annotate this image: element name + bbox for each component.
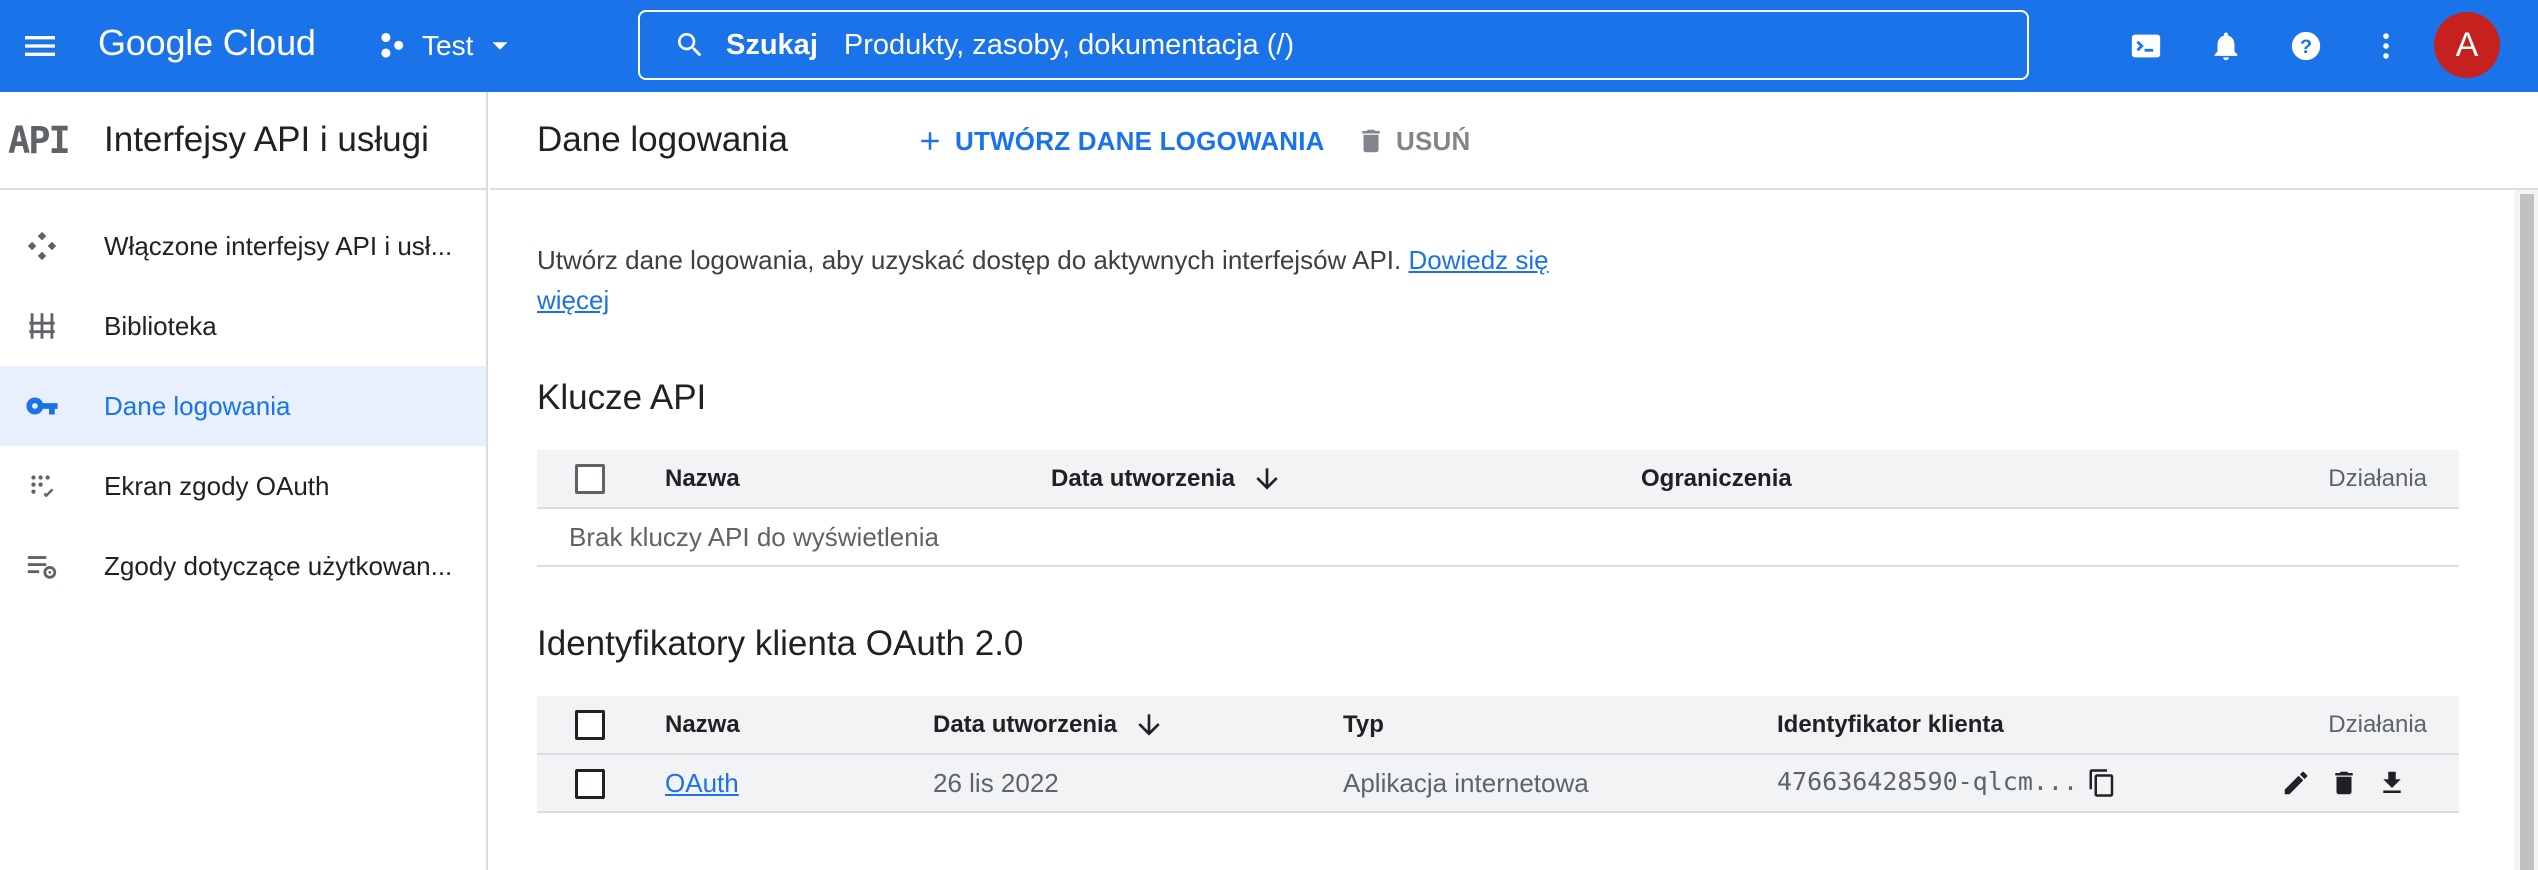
table-header-row: Nazwa Data utworzenia Typ Identyfikator … xyxy=(537,696,2459,755)
oauth-consent-icon xyxy=(0,469,104,503)
delete-button[interactable]: USUŃ xyxy=(1356,117,1470,165)
column-created-label: Data utworzenia xyxy=(1051,464,1236,492)
delete-row-icon[interactable] xyxy=(2327,766,2361,800)
row-checkbox[interactable] xyxy=(575,769,605,800)
page-title: Dane logowania xyxy=(537,120,789,159)
empty-message: Brak kluczy API do wyświetlenia xyxy=(537,508,2459,567)
sidebar-item-label: Dane logowania xyxy=(104,390,291,421)
client-id-cell: 476636428590-qlcm... xyxy=(1777,754,2177,813)
project-name: Test xyxy=(422,30,474,61)
sidebar-item-oauth-consent[interactable]: Ekran zgody OAuth xyxy=(0,446,486,526)
api-keys-table: Nazwa Data utworzenia Ograniczenia Dział… xyxy=(537,450,2459,567)
download-icon[interactable] xyxy=(2375,766,2409,800)
client-id-value: 476636428590-qlcm... xyxy=(1777,766,2079,796)
avatar[interactable]: A xyxy=(2434,12,2500,78)
column-name[interactable]: Nazwa xyxy=(665,696,933,755)
sidebar-item-label: Biblioteka xyxy=(104,310,217,341)
client-name-cell: OAuth xyxy=(665,754,933,813)
select-all-cell xyxy=(537,450,665,509)
table-row: Brak kluczy API do wyświetlenia xyxy=(537,508,2459,567)
arrow-down-icon xyxy=(1256,467,1278,490)
top-bar: Google Cloud Test Szukaj ? A xyxy=(0,0,2538,92)
project-selector[interactable]: Test xyxy=(376,22,515,70)
settings-list-icon xyxy=(0,549,104,583)
intro-text: Utwórz dane logowania, aby uzyskać dostę… xyxy=(537,240,1557,320)
select-all-cell xyxy=(537,696,665,755)
sidebar-item-library[interactable]: Biblioteka xyxy=(0,286,486,366)
sidebar-header: API Interfejsy API i usługi xyxy=(0,92,486,190)
sidebar-title: Interfejsy API i usługi xyxy=(104,120,429,159)
column-client-id[interactable]: Identyfikator klienta xyxy=(1777,696,2177,755)
create-credentials-label: UTWÓRZ DANE LOGOWANIA xyxy=(955,125,1325,156)
brand-text: Google Cloud xyxy=(98,22,316,63)
trash-icon xyxy=(1362,129,1380,153)
create-credentials-button[interactable]: UTWÓRZ DANE LOGOWANIA xyxy=(915,117,1325,165)
column-type[interactable]: Typ xyxy=(1343,696,1777,755)
menu-icon[interactable] xyxy=(16,22,64,70)
project-icon xyxy=(381,32,404,58)
svg-text:?: ? xyxy=(2300,36,2312,58)
scrollbar[interactable] xyxy=(2514,190,2538,870)
oauth-clients-title: Identyfikatory klienta OAuth 2.0 xyxy=(537,624,1024,663)
google-cloud-logo[interactable]: Google Cloud xyxy=(98,18,316,68)
column-created-label: Data utworzenia xyxy=(933,710,1118,738)
column-name[interactable]: Nazwa xyxy=(665,450,1051,509)
search-input[interactable] xyxy=(843,28,1944,62)
sidebar-item-enabled-apis[interactable]: Włączone interfejsy API i usł... xyxy=(0,206,486,286)
select-all-checkbox[interactable] xyxy=(575,463,605,494)
select-all-checkbox[interactable] xyxy=(575,709,605,740)
dropdown-icon xyxy=(492,42,508,50)
more-vert-icon[interactable] xyxy=(2362,22,2410,70)
client-name-link[interactable]: OAuth xyxy=(665,768,739,798)
sidebar: API Interfejsy API i usługi Włączone int… xyxy=(0,92,488,870)
search-icon xyxy=(672,27,708,63)
arrow-down-icon xyxy=(1138,713,1160,736)
enabled-apis-icon xyxy=(0,229,104,263)
row-actions-cell xyxy=(2177,754,2459,813)
created-cell: 26 lis 2022 xyxy=(933,754,1343,813)
sidebar-item-label: Ekran zgody OAuth xyxy=(104,470,330,501)
intro-sentence: Utwórz dane logowania, aby uzyskać dostę… xyxy=(537,245,1409,275)
column-actions: Działania xyxy=(2079,450,2459,509)
column-restrictions[interactable]: Ograniczenia xyxy=(1641,450,2080,509)
sidebar-item-label: Zgody dotyczące użytkowan... xyxy=(104,550,453,581)
type-cell: Aplikacja internetowa xyxy=(1343,754,1777,813)
search-bar[interactable]: Szukaj xyxy=(638,10,2029,80)
sidebar-item-credentials[interactable]: Dane logowania xyxy=(0,366,486,446)
api-logo: API xyxy=(8,118,71,162)
column-created[interactable]: Data utworzenia xyxy=(1051,450,1641,509)
scrollbar-thumb[interactable] xyxy=(2520,194,2534,870)
page-header: Dane logowania UTWÓRZ DANE LOGOWANIA USU… xyxy=(490,92,2538,190)
key-icon xyxy=(0,389,104,423)
delete-label: USUŃ xyxy=(1396,125,1471,156)
sidebar-item-label: Włączone interfejsy API i usł... xyxy=(104,230,453,261)
column-created[interactable]: Data utworzenia xyxy=(933,696,1343,755)
api-keys-title: Klucze API xyxy=(537,378,707,417)
row-select-cell xyxy=(537,754,665,813)
library-icon xyxy=(0,309,104,343)
sidebar-item-page-usage-agreements[interactable]: Zgody dotyczące użytkowan... xyxy=(0,526,486,606)
help-icon[interactable]: ? xyxy=(2282,22,2330,70)
column-actions: Działania xyxy=(2177,696,2459,755)
notifications-icon[interactable] xyxy=(2202,22,2250,70)
copy-icon[interactable] xyxy=(2085,766,2119,800)
cloud-shell-icon[interactable] xyxy=(2122,22,2170,70)
edit-icon[interactable] xyxy=(2279,766,2313,800)
oauth-clients-table: Nazwa Data utworzenia Typ Identyfikator … xyxy=(537,696,2459,813)
plus-icon xyxy=(921,132,939,150)
table-header-row: Nazwa Data utworzenia Ograniczenia Dział… xyxy=(537,450,2459,509)
table-row: OAuth 26 lis 2022 Aplikacja internetowa … xyxy=(537,754,2459,813)
search-label: Szukaj xyxy=(726,28,818,61)
